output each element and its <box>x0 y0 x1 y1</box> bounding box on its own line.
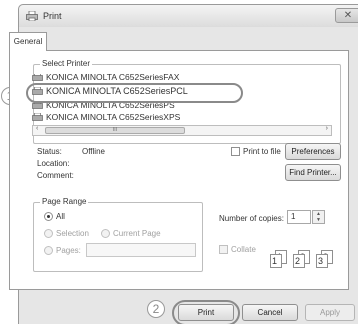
current-page-radio-label: Current Page <box>113 229 161 238</box>
selection-radio-label: Selection <box>56 229 89 238</box>
all-radio[interactable] <box>44 212 53 221</box>
select-printer-label: Select Printer <box>40 59 93 68</box>
location-label: Location: <box>37 159 70 168</box>
printer-item-xps[interactable]: KONICA MINOLTA C652SeriesXPS <box>32 111 180 122</box>
spin-down-icon[interactable]: ▼ <box>316 217 321 223</box>
printer-list-scrollbar[interactable]: ‹ III › <box>32 125 332 136</box>
comment-label: Comment: <box>37 171 74 180</box>
printer-item-label: KONICA MINOLTA C652SeriesXPS <box>46 112 181 122</box>
collate-sheet-front: 3 <box>316 254 328 268</box>
collate-sheet-front: 2 <box>293 254 305 268</box>
print-to-file-label: Print to file <box>243 147 281 156</box>
printer-icon <box>26 11 38 21</box>
collate-pages-icon: 1 1 2 2 3 3 <box>270 250 345 270</box>
printer-icon <box>32 74 43 81</box>
scroll-thumb[interactable]: III <box>45 127 185 134</box>
all-radio-label: All <box>56 212 65 221</box>
find-printer-button[interactable]: Find Printer... <box>285 164 341 181</box>
title-bar: Print ✕ <box>19 5 358 27</box>
selected-printer-highlight <box>26 83 243 103</box>
cancel-button[interactable]: Cancel <box>242 304 298 321</box>
window-title: Print <box>43 11 62 21</box>
printer-item-fax[interactable]: KONICA MINOLTA C652SeriesFAX <box>32 74 179 83</box>
callout-2: 2 <box>147 300 165 318</box>
collate-checkbox[interactable] <box>219 245 228 254</box>
print-button[interactable]: Print <box>178 304 234 321</box>
print-to-file-checkbox[interactable] <box>231 147 240 156</box>
preferences-button[interactable]: Preferences <box>285 143 341 160</box>
printer-item-label: KONICA MINOLTA C652SeriesFAX <box>46 74 180 82</box>
pages-radio[interactable] <box>44 246 53 255</box>
current-page-radio[interactable] <box>101 229 110 238</box>
tab-general[interactable]: General <box>9 32 47 51</box>
status-label: Status: <box>37 147 62 156</box>
close-button[interactable]: ✕ <box>335 8 358 23</box>
copies-input[interactable]: 1 <box>287 210 311 224</box>
selection-radio[interactable] <box>44 229 53 238</box>
apply-button[interactable]: Apply <box>305 304 355 321</box>
copies-label: Number of copies: <box>219 214 284 223</box>
pages-input[interactable] <box>86 243 196 257</box>
copies-spinner[interactable]: ▲ ▼ <box>312 210 325 224</box>
collate-sheet-front: 1 <box>270 254 282 268</box>
collate-label: Collate <box>231 245 256 254</box>
scroll-left-icon[interactable]: ‹ <box>36 125 38 132</box>
scroll-right-icon[interactable]: › <box>326 125 328 132</box>
printer-icon <box>32 112 43 121</box>
status-value: Offline <box>82 147 105 156</box>
pages-radio-label: Pages: <box>56 246 81 255</box>
page-range-label: Page Range <box>40 197 89 206</box>
